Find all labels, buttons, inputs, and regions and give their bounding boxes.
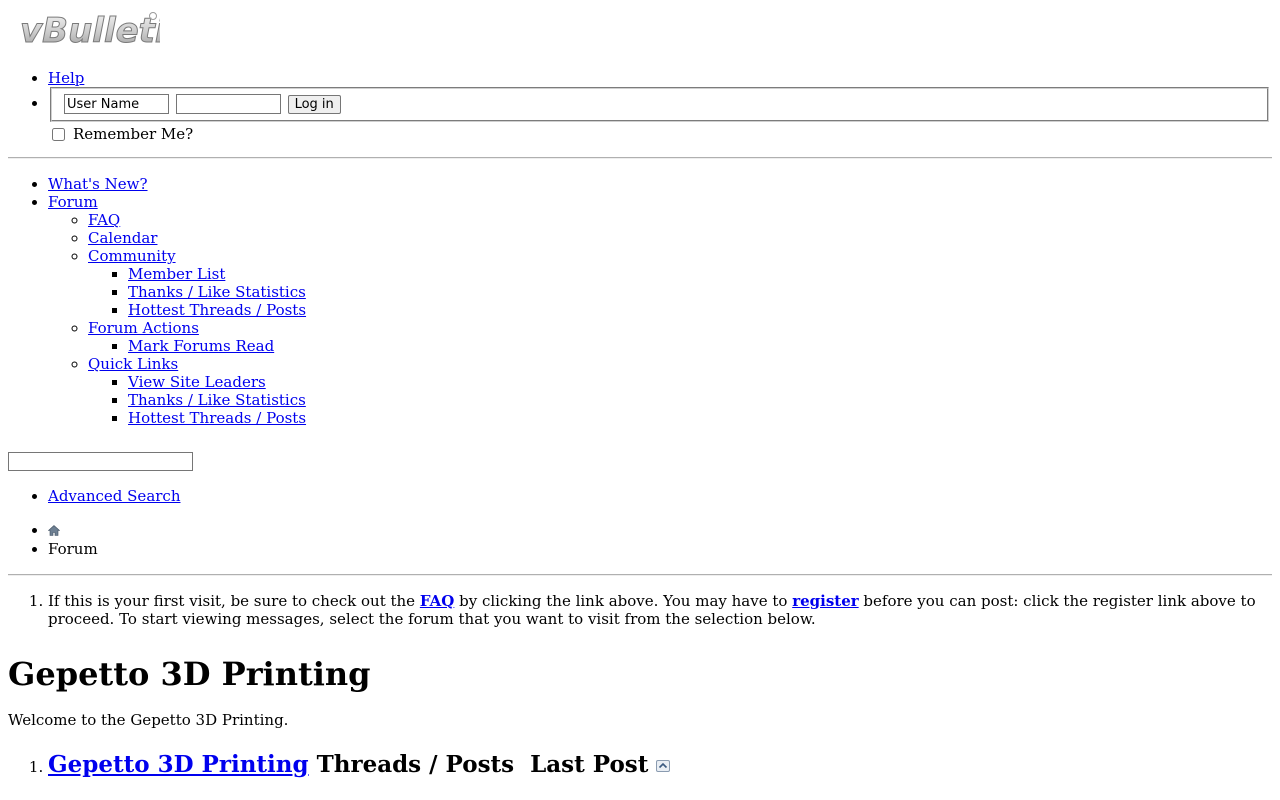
site-logo[interactable]: vBulletin (8, 0, 1272, 55)
forum-category-link[interactable]: Gepetto 3D Printing (48, 751, 309, 778)
view-site-leaders-link[interactable]: View Site Leaders (128, 373, 266, 391)
community-submenu: Member List Thanks / Like Statistics Hot… (88, 265, 1272, 319)
remember-me-label: Remember Me? (73, 125, 194, 143)
collapse-icon[interactable] (656, 751, 671, 779)
breadcrumb-home (47, 521, 1272, 540)
nav-thanks-stats: Thanks / Like Statistics (128, 283, 1272, 301)
top-nav-help: Help (48, 69, 1272, 87)
quick-links-submenu: View Site Leaders Thanks / Like Statisti… (88, 373, 1272, 427)
faq-link[interactable]: FAQ (88, 211, 120, 229)
notice-text: by clicking the link above. You may have… (454, 592, 793, 610)
forum-actions-link[interactable]: Forum Actions (88, 319, 199, 337)
nav-quick-links: Quick Links View Site Leaders Thanks / L… (88, 355, 1272, 427)
forum-category-header: Gepetto 3D Printing Threads / Posts Last… (48, 751, 671, 779)
thanks-like-statistics-link[interactable]: Thanks / Like Statistics (128, 283, 306, 301)
forum-actions-submenu: Mark Forums Read (88, 337, 1272, 355)
breadcrumb-current: Forum (48, 540, 1272, 558)
forum-link[interactable]: Forum (48, 193, 98, 211)
breadcrumb: Forum (8, 521, 1272, 558)
forum-submenu: FAQ Calendar Community Member List Thank… (48, 211, 1272, 427)
main-nav: What's New? Forum FAQ Calendar Community… (8, 175, 1272, 427)
divider (8, 574, 1272, 576)
password-input[interactable] (175, 94, 281, 114)
advanced-search-link[interactable]: Advanced Search (48, 487, 181, 505)
hottest-threads-link[interactable]: Hottest Threads / Posts (128, 301, 306, 319)
remember-me[interactable]: Remember Me? (50, 125, 1272, 143)
calendar-link[interactable]: Calendar (88, 229, 157, 247)
login-button[interactable]: Log in (287, 94, 341, 114)
divider (8, 157, 1272, 159)
nav-whats-new: What's New? (48, 175, 1272, 193)
mark-forums-read-link[interactable]: Mark Forums Read (128, 337, 274, 355)
forum-category: Gepetto 3D Printing Threads / Posts Last… (48, 751, 1272, 779)
quick-thanks-like-statistics-link[interactable]: Thanks / Like Statistics (128, 391, 306, 409)
home-icon[interactable] (47, 522, 61, 540)
advanced-search-item: Advanced Search (48, 487, 1272, 505)
nav-forum-actions: Forum Actions Mark Forums Read (88, 319, 1272, 355)
search-box (8, 452, 1272, 471)
remember-me-checkbox[interactable] (52, 128, 65, 141)
page: vBulletin Help Log in Remember Me? What'… (0, 0, 1280, 779)
whats-new-link[interactable]: What's New? (48, 175, 148, 193)
notice-item: If this is your first visit, be sure to … (48, 592, 1272, 628)
username-input[interactable] (64, 94, 169, 114)
nav-mark-read: Mark Forums Read (128, 337, 1272, 355)
notice-faq-link[interactable]: FAQ (420, 592, 454, 610)
member-list-link[interactable]: Member List (128, 265, 225, 283)
top-nav: Help Log in Remember Me? (8, 69, 1272, 143)
nav-quick-thanks-stats: Thanks / Like Statistics (128, 391, 1272, 409)
notice-text: If this is your first visit, be sure to … (48, 592, 420, 610)
welcome-text: Welcome to the Gepetto 3D Printing. (8, 711, 289, 729)
help-link[interactable]: Help (48, 69, 84, 87)
nav-quick-hottest: Hottest Threads / Posts (128, 409, 1272, 427)
svg-text:vBulletin: vBulletin (20, 11, 160, 51)
nav-hottest-threads: Hottest Threads / Posts (128, 301, 1272, 319)
notices: If this is your first visit, be sure to … (8, 592, 1272, 628)
notice-register-link[interactable]: register (792, 592, 858, 610)
forum-list: Gepetto 3D Printing Threads / Posts Last… (8, 751, 1272, 779)
top-nav-login: Log in Remember Me? (48, 87, 1272, 143)
search-input[interactable] (8, 452, 193, 471)
nav-faq: FAQ (88, 211, 1272, 229)
nav-community: Community Member List Thanks / Like Stat… (88, 247, 1272, 319)
advanced-search-list: Advanced Search (8, 487, 1272, 505)
nav-forum: Forum FAQ Calendar Community Member List… (48, 193, 1272, 427)
community-link[interactable]: Community (88, 247, 176, 265)
login-form: Log in (50, 87, 1269, 122)
page-title: Gepetto 3D Printing (8, 655, 371, 693)
last-post-heading: Last Post (530, 751, 649, 778)
nav-calendar: Calendar (88, 229, 1272, 247)
quick-hottest-threads-link[interactable]: Hottest Threads / Posts (128, 409, 306, 427)
threads-posts-heading: Threads / Posts (316, 751, 515, 778)
vbulletin-logo-icon: vBulletin (20, 11, 161, 52)
quick-links-link[interactable]: Quick Links (88, 355, 178, 373)
nav-member-list: Member List (128, 265, 1272, 283)
nav-site-leaders: View Site Leaders (128, 373, 1272, 391)
